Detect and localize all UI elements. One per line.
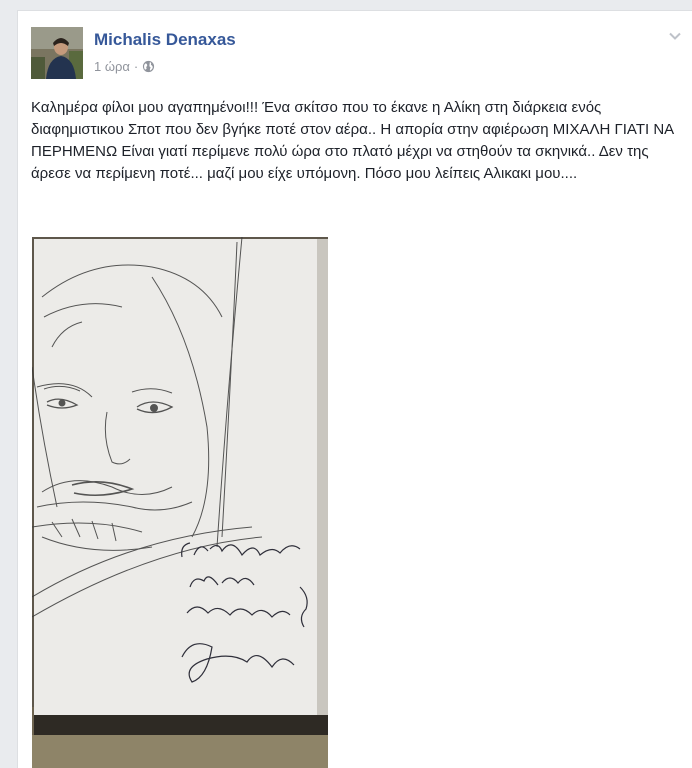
post-card: Michalis Denaxas 1 ώρα · Καλημέρα φίλοι …: [17, 10, 692, 768]
post-text: Καλημέρα φίλοι μου αγαπημένοι!!! Ένα σκί…: [31, 99, 674, 182]
meta-separator: ·: [133, 59, 139, 74]
chevron-down-icon[interactable]: [668, 31, 682, 41]
avatar-image: [31, 27, 83, 79]
globe-icon[interactable]: [142, 60, 155, 73]
sketch-photo: [32, 237, 328, 768]
avatar[interactable]: [31, 27, 83, 79]
post-photo[interactable]: [32, 237, 328, 768]
post-timestamp[interactable]: 1 ώρα: [94, 59, 130, 74]
post-meta: 1 ώρα ·: [94, 59, 155, 74]
author-name[interactable]: Michalis Denaxas: [94, 30, 236, 50]
